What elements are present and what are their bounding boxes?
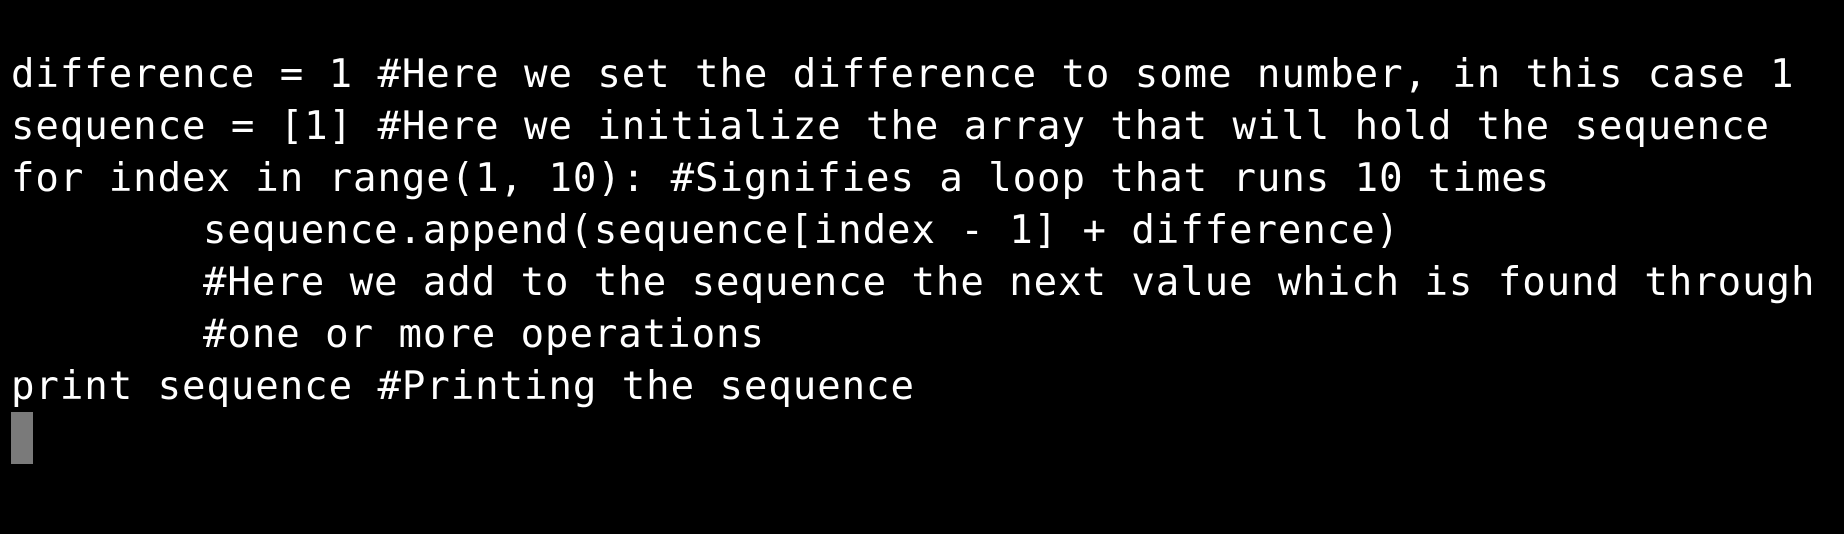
code-line-6: #one or more operations — [203, 312, 765, 357]
code-line-3: for index in range(1, 10): #Signifies a … — [11, 156, 1551, 201]
terminal-window[interactable]: difference = 1 #Here we set the differen… — [0, 0, 1844, 534]
code-line-7: print sequence #Printing the sequence — [11, 364, 915, 409]
code-line-2: sequence = [1] #Here we initialize the a… — [11, 104, 1770, 149]
text-cursor — [11, 412, 33, 464]
code-line-1: difference = 1 #Here we set the differen… — [11, 52, 1795, 97]
code-line-4: sequence.append(sequence[index - 1] + di… — [203, 208, 1401, 253]
code-line-5: #Here we add to the sequence the next va… — [203, 260, 1816, 305]
